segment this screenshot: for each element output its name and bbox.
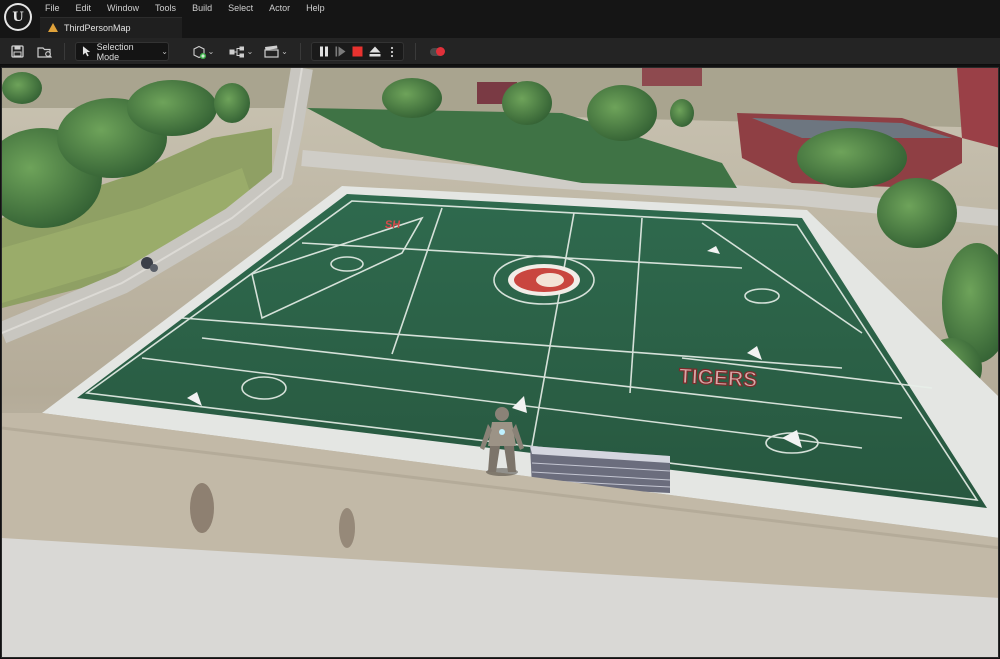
chevron-down-icon: ⌄ (281, 47, 288, 56)
save-button[interactable] (9, 42, 25, 61)
eject-icon[interactable] (368, 45, 382, 59)
menu-items: File Edit Window Tools Build Select Acto… (44, 2, 340, 14)
chevron-down-icon: ⌄ (246, 47, 254, 56)
menu-actor[interactable]: Actor (268, 2, 297, 14)
menu-file[interactable]: File (44, 2, 67, 14)
endzone-text: TIGERS (678, 365, 757, 392)
more-vert-icon[interactable] (385, 45, 399, 59)
tab-third-person-map[interactable]: ThirdPersonMap (40, 17, 182, 38)
content-browser-button[interactable] (36, 42, 54, 61)
save-icon (10, 45, 24, 58)
add-cube-icon (193, 45, 206, 59)
blueprint-icon (229, 46, 244, 57)
menu-bar: File Edit Window Tools Build Select Acto… (0, 0, 1000, 17)
cursor-icon (82, 46, 91, 57)
toolbar-divider (415, 43, 416, 60)
logo-letter: U (6, 5, 30, 29)
small-building (642, 68, 702, 86)
menu-select[interactable]: Select (227, 2, 260, 14)
main-toolbar: Selection Mode ⌄ ⌄ ⌄ ⌄ (0, 38, 1000, 65)
menu-window[interactable]: Window (106, 2, 146, 14)
cinematics-button[interactable]: ⌄ (263, 42, 289, 61)
ground-shadow (190, 483, 214, 533)
frame-skip-icon[interactable] (334, 45, 348, 59)
clapperboard-icon (264, 45, 279, 58)
menu-tools[interactable]: Tools (154, 2, 183, 14)
stop-icon[interactable] (351, 45, 365, 59)
live-coding-toggle[interactable] (428, 42, 446, 61)
menu-help[interactable]: Help (305, 2, 332, 14)
toolbar-divider (300, 43, 301, 60)
tiger-logo (508, 264, 580, 296)
chevron-down-icon: ⌄ (161, 47, 168, 56)
midfield-text: SH (384, 219, 401, 231)
browse-icon (37, 46, 52, 58)
viewport-scene: SH TIGERS (2, 68, 998, 657)
add-actor-button[interactable]: ⌄ (190, 42, 216, 61)
tab-bar: ThirdPersonMap (0, 17, 1000, 38)
unreal-logo-icon[interactable]: U (4, 3, 32, 31)
menu-build[interactable]: Build (191, 2, 219, 14)
level-viewport[interactable]: SH TIGERS (1, 67, 999, 658)
blueprint-button[interactable]: ⌄ (227, 42, 255, 61)
chevron-down-icon: ⌄ (207, 47, 215, 56)
selection-mode-dropdown[interactable]: Selection Mode ⌄ (75, 41, 169, 62)
pause-icon[interactable] (317, 45, 331, 59)
tall-building (957, 68, 998, 148)
warning-icon (48, 23, 58, 33)
tab-label: ThirdPersonMap (64, 23, 131, 33)
menu-edit[interactable]: Edit (75, 2, 99, 14)
selection-mode-label: Selection Mode (96, 41, 134, 62)
toggle-icon (430, 46, 445, 56)
ground-shadow (339, 508, 355, 548)
play-controls (311, 42, 404, 61)
toolbar-divider (64, 43, 65, 60)
